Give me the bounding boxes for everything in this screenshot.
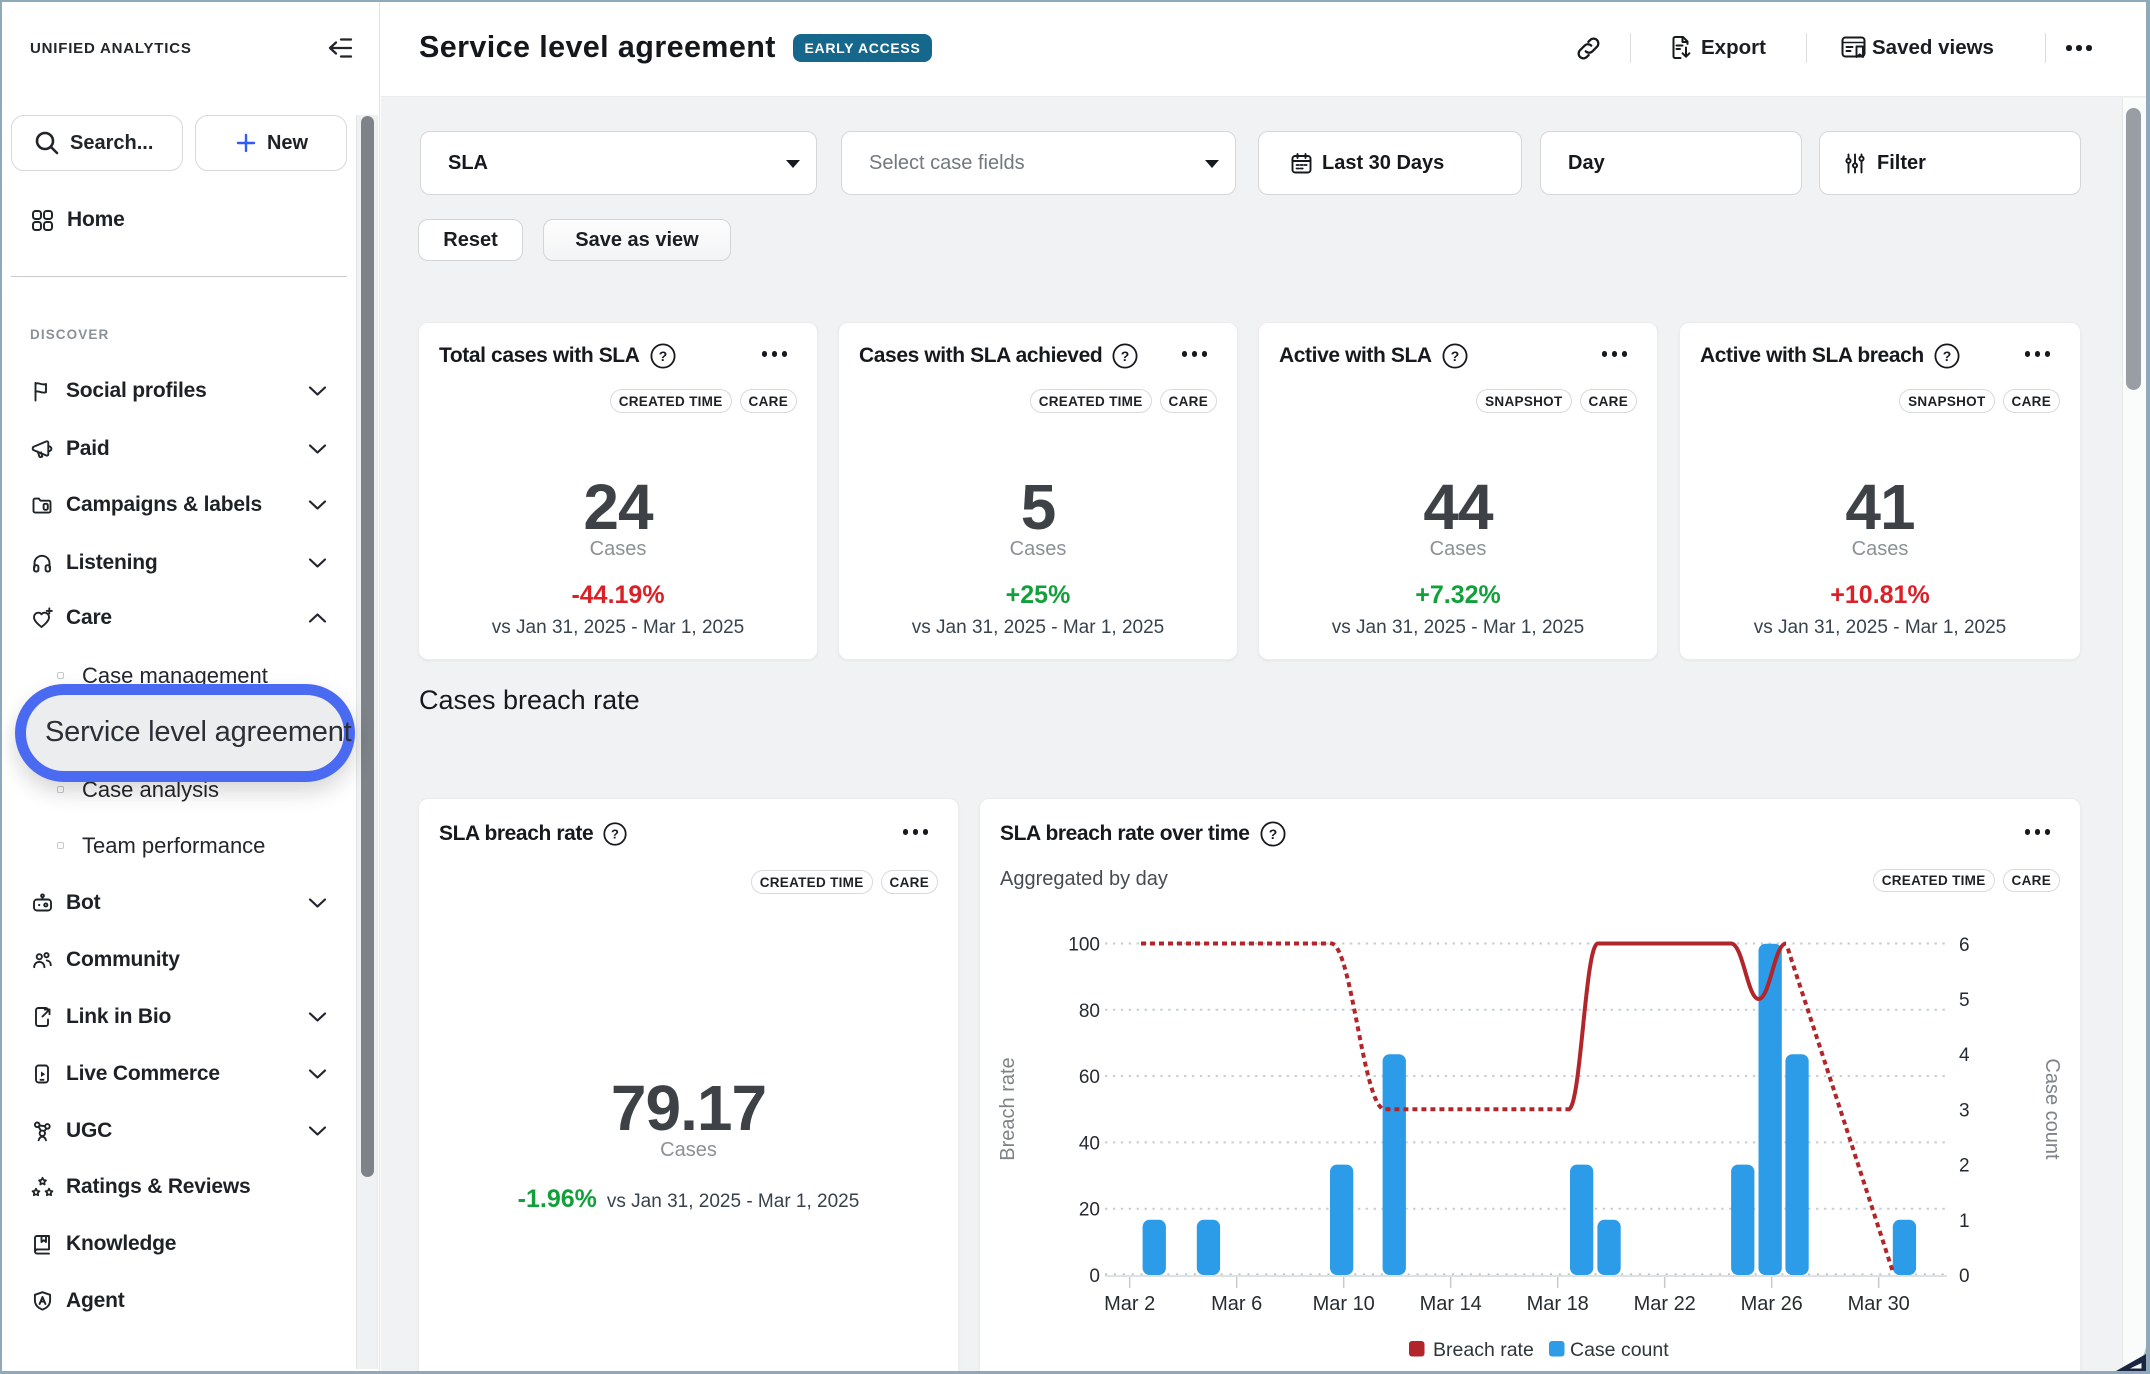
svg-text:Mar 18: Mar 18	[1527, 1293, 1589, 1315]
svg-text:?: ?	[658, 348, 667, 364]
svg-text:Mar 30: Mar 30	[1848, 1293, 1910, 1315]
svg-text:100: 100	[1068, 935, 1100, 956]
svg-text:2: 2	[1959, 1156, 1970, 1177]
svg-text:5: 5	[1959, 990, 1970, 1011]
svg-text:6: 6	[1959, 935, 1970, 956]
svg-text:?: ?	[1121, 348, 1130, 364]
svg-text:80: 80	[1079, 1001, 1100, 1022]
svg-text:Mar 14: Mar 14	[1420, 1293, 1482, 1315]
svg-text:Mar 6: Mar 6	[1211, 1293, 1262, 1315]
svg-text:Mar 10: Mar 10	[1313, 1293, 1375, 1315]
svg-text:?: ?	[1450, 348, 1459, 364]
svg-text:1: 1	[1959, 1211, 1970, 1232]
svg-text:0: 0	[1089, 1266, 1100, 1287]
svg-text:?: ?	[1268, 826, 1277, 842]
svg-text:20: 20	[1079, 1200, 1100, 1221]
svg-text:Breach rate: Breach rate	[997, 1057, 1019, 1160]
svg-text:?: ?	[1943, 348, 1952, 364]
svg-text:3: 3	[1959, 1100, 1970, 1121]
svg-text:Mar 2: Mar 2	[1104, 1293, 1155, 1315]
svg-text:4: 4	[1959, 1045, 1970, 1066]
svg-text:Mar 26: Mar 26	[1741, 1293, 1803, 1315]
svg-text:60: 60	[1079, 1067, 1100, 1088]
svg-text:?: ?	[611, 827, 619, 842]
svg-text:Case count: Case count	[1570, 1339, 1669, 1361]
svg-text:40: 40	[1079, 1133, 1100, 1154]
svg-text:0: 0	[1959, 1266, 1970, 1287]
svg-text:Breach rate: Breach rate	[1433, 1339, 1534, 1361]
svg-text:Mar 22: Mar 22	[1634, 1293, 1696, 1315]
svg-text:Case count: Case count	[2041, 1058, 2063, 1160]
